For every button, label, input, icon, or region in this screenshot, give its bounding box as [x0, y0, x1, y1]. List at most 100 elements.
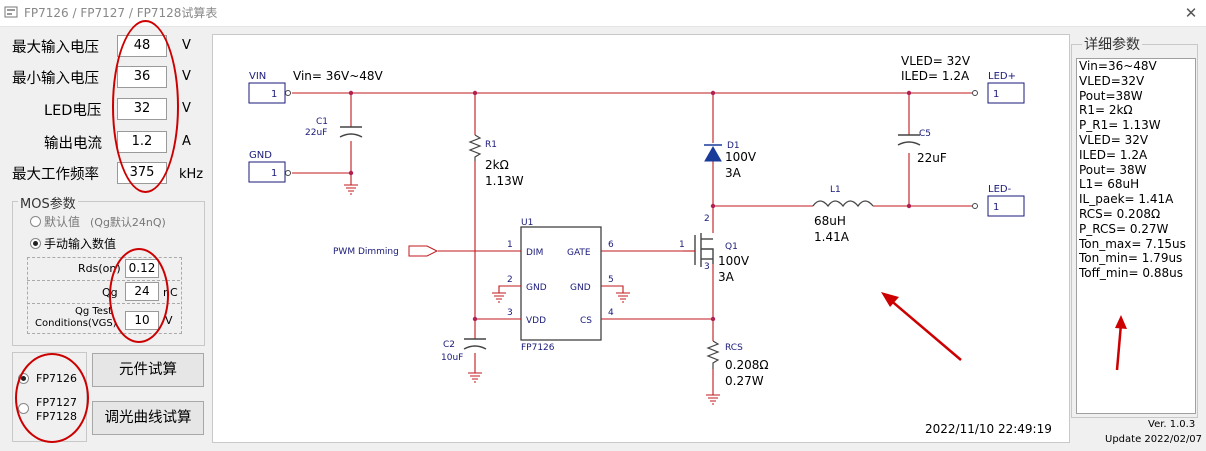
- port-num: 1: [993, 202, 999, 213]
- d1-current: 3A: [725, 166, 742, 180]
- annotation-arrow: [1115, 315, 1127, 371]
- led-plus-port-label: LED+: [988, 71, 1016, 82]
- c1-value: 22uF: [305, 128, 327, 138]
- default-note: (Qg默认24nQ): [90, 216, 166, 229]
- app-icon: [4, 6, 18, 18]
- pin-number: 6: [608, 240, 614, 250]
- pin-vdd: VDD: [526, 316, 546, 326]
- d1-name: D1: [727, 141, 740, 151]
- detail-line: VLED= 32V: [1079, 132, 1149, 147]
- detail-line: Ton_max= 7.15us: [1079, 236, 1186, 251]
- q1-current: 3A: [718, 270, 735, 284]
- pin-cs: CS: [580, 316, 592, 326]
- detail-line: Pout=38W: [1079, 88, 1143, 103]
- iled-text: ILED= 1.2A: [901, 69, 970, 83]
- detail-line: L1= 68uH: [1079, 177, 1140, 192]
- l1-current: 1.41A: [814, 230, 850, 244]
- led-minus-port-label: LED-: [988, 184, 1012, 195]
- detail-line: ILED= 1.2A: [1079, 147, 1148, 162]
- circuit-schematic: VIN GND LED+ LED- 1 1 1 1 Vin= 36V~48V V…: [212, 34, 1070, 443]
- detail-line: Ton_min= 1.79us: [1079, 251, 1183, 266]
- detail-line: IL_paek= 1.41A: [1079, 192, 1174, 207]
- rcs-name: RCS: [725, 343, 743, 353]
- u1-name: U1: [521, 218, 533, 228]
- c2-name: C2: [443, 340, 455, 350]
- max-freq-label: 最大工作频率: [12, 167, 99, 183]
- vled-text: VLED= 32V: [901, 54, 971, 68]
- c1-name: C1: [316, 117, 328, 127]
- pin-number: 1: [507, 240, 513, 250]
- component-calc-button[interactable]: 元件试算: [92, 353, 204, 387]
- pin-gate: GATE: [567, 248, 591, 258]
- pin-gnd-right: GND: [570, 283, 591, 293]
- vgs-label-line1: Qg Test: [75, 306, 113, 317]
- default-radio[interactable]: [30, 216, 41, 227]
- pin-number: 4: [608, 308, 614, 318]
- pin-number: 2: [507, 275, 513, 285]
- detail-line: R1= 2kΩ: [1079, 103, 1133, 118]
- out-i-unit: A: [182, 134, 191, 149]
- detail-line: Vin=36~48V: [1079, 59, 1157, 73]
- r1-name: R1: [485, 140, 497, 150]
- q1-voltage: 100V: [718, 254, 750, 268]
- gnd-port-label: GND: [249, 150, 272, 161]
- detail-line: VLED=32V: [1079, 73, 1145, 88]
- l1-value: 68uH: [814, 214, 846, 228]
- pwm-label: PWM Dimming: [333, 247, 399, 257]
- annotation-ellipse: [109, 248, 169, 343]
- led-v-label: LED电压: [44, 103, 102, 119]
- u1-chip: FP7126: [521, 343, 555, 353]
- detail-line: RCS= 0.208Ω: [1079, 206, 1161, 221]
- pin-dim: DIM: [526, 248, 543, 258]
- c5-value: 22uF: [917, 151, 947, 165]
- vin-port-label: VIN: [249, 71, 266, 82]
- min-vin-unit: V: [182, 69, 191, 84]
- r1-value: 2kΩ: [485, 158, 509, 172]
- detail-line: P_RCS= 0.27W: [1079, 221, 1169, 236]
- annotation-ellipse: [15, 353, 89, 443]
- manual-radio[interactable]: [30, 238, 41, 249]
- d1-voltage: 100V: [725, 150, 757, 164]
- led-v-unit: V: [182, 101, 191, 116]
- detail-title: 详细参数: [1082, 34, 1142, 54]
- pin-number: 5: [608, 275, 614, 285]
- max-vin-label: 最大输入电压: [12, 40, 99, 56]
- port-num: 1: [271, 89, 277, 100]
- timestamp: 2022/11/10 22:49:19: [925, 422, 1052, 436]
- rcs-value: 0.208Ω: [725, 358, 769, 372]
- l1-name: L1: [830, 185, 841, 195]
- detail-line: Toff_min= 0.88us: [1079, 266, 1183, 281]
- detail-line: Pout= 38W: [1079, 162, 1147, 177]
- q1-name: Q1: [725, 242, 738, 252]
- vgs-label-line2: Conditions(VGS): [35, 318, 117, 329]
- q1-pin-number: 3: [704, 262, 710, 272]
- pin-number: 3: [507, 308, 513, 318]
- dimming-curve-button[interactable]: 调光曲线试算: [92, 401, 204, 435]
- manual-label: 手动输入数值: [44, 237, 117, 251]
- window-title: FP7126 / FP7127 / FP7128试算表: [24, 6, 218, 20]
- rcs-power: 0.27W: [725, 374, 764, 388]
- annotation-ellipse: [112, 20, 179, 193]
- max-vin-unit: V: [182, 38, 191, 53]
- c5-name: C5: [919, 129, 931, 139]
- version-text: Ver. 1.0.3: [1148, 419, 1196, 430]
- min-vin-label: 最小输入电压: [12, 71, 99, 87]
- vgs-unit: V: [165, 314, 173, 327]
- c2-value: 10uF: [441, 353, 463, 363]
- update-text: Update 2022/02/07: [1105, 434, 1203, 445]
- detail-line: P_R1= 1.13W: [1079, 118, 1161, 133]
- port-num: 1: [993, 89, 999, 100]
- q1-pin-number: 2: [704, 214, 710, 224]
- mos-group-title: MOS参数: [18, 193, 78, 212]
- default-label: 默认值: [44, 215, 81, 229]
- detail-list: Vin=36~48V VLED=32V Pout=38W R1= 2kΩ P_R1= 1…: [1076, 58, 1196, 414]
- title-bar: FP7126 / FP7127 / FP7128试算表 ✕: [0, 0, 1206, 27]
- r1-power: 1.13W: [485, 174, 524, 188]
- close-icon[interactable]: ✕: [1176, 0, 1206, 26]
- max-freq-unit: kHz: [179, 167, 204, 182]
- port-num: 1: [271, 168, 277, 179]
- pin-gnd-left: GND: [526, 283, 547, 293]
- vin-text: Vin= 36V~48V: [293, 69, 384, 83]
- q1-pin-number: 1: [679, 240, 685, 250]
- out-i-label: 输出电流: [44, 136, 102, 152]
